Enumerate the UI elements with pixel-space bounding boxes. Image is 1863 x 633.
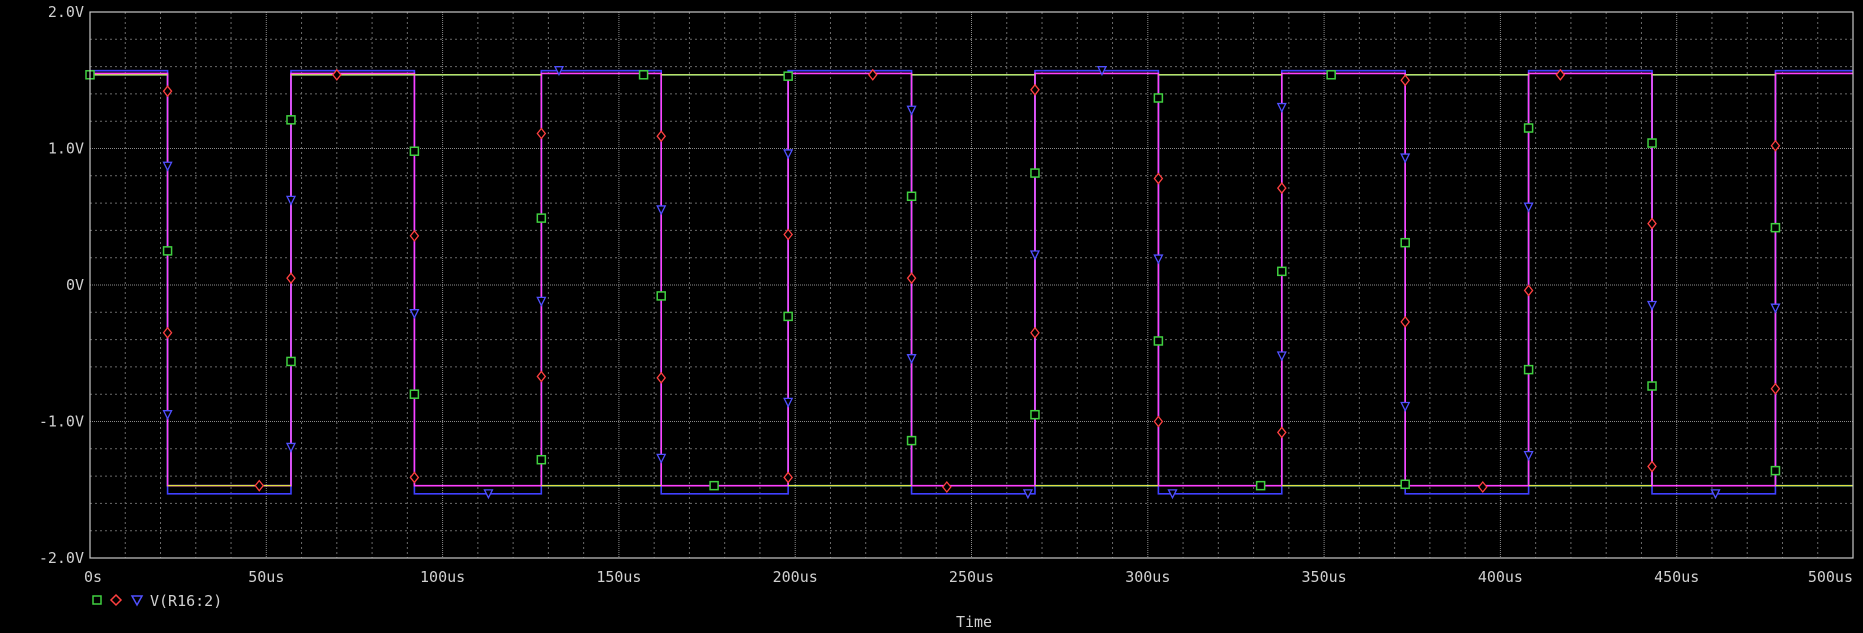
x-axis-title: Time	[956, 613, 992, 631]
data-point-square	[1647, 138, 1657, 148]
data-point-square	[1153, 93, 1164, 103]
data-point-square	[1153, 336, 1164, 346]
data-point-square	[1400, 479, 1410, 490]
data-point-square	[409, 146, 420, 156]
x-tick-label: 300us	[1125, 568, 1170, 586]
data-point-square	[783, 311, 793, 322]
data-point-square	[409, 389, 420, 399]
data-point-square	[1030, 168, 1040, 178]
data-point-square	[638, 70, 649, 80]
data-point-square	[1647, 381, 1657, 391]
data-point-square	[1770, 222, 1781, 233]
y-tick-label: -2.0V	[39, 549, 84, 567]
x-tick-label: 400us	[1478, 568, 1523, 586]
data-point-square	[656, 291, 666, 301]
data-point-square	[162, 246, 173, 256]
data-point-square	[1277, 266, 1287, 277]
data-point-square	[906, 191, 917, 202]
data-point-square	[1770, 465, 1781, 476]
x-tick-label: 100us	[420, 568, 465, 586]
data-point-square	[536, 213, 547, 223]
data-point-square	[1523, 364, 1534, 375]
x-tick-label: 150us	[596, 568, 641, 586]
data-point-square	[286, 115, 296, 125]
x-tick-label: 200us	[773, 568, 818, 586]
x-tick-label: 500us	[1808, 568, 1853, 586]
x-tick-label: 350us	[1302, 568, 1347, 586]
legend-label: V(R16:2)	[150, 592, 222, 610]
y-tick-label: 2.0V	[48, 3, 84, 21]
data-point-square	[906, 435, 917, 446]
data-point-square	[286, 356, 296, 367]
waveform-chart: 0s 50us 100us 150us 200us 250us 300us 350us 400u…	[0, 0, 1863, 633]
data-point-square	[1326, 70, 1336, 80]
data-point-square	[1523, 123, 1534, 133]
x-tick-label: 250us	[949, 568, 994, 586]
x-tick-label: 0s	[84, 568, 102, 586]
data-point-square	[536, 454, 547, 465]
y-tick-label: -1.0V	[39, 413, 84, 431]
window-background	[0, 0, 1863, 633]
y-tick-label: 1.0V	[48, 140, 84, 158]
data-point-square	[783, 71, 793, 81]
x-tick-label: 50us	[248, 568, 284, 586]
x-tick-label: 450us	[1654, 568, 1699, 586]
y-tick-label: 0V	[66, 276, 84, 294]
data-point-square	[1255, 480, 1266, 491]
data-point-square	[1400, 237, 1410, 248]
data-point-square	[1030, 409, 1040, 420]
data-point-square	[709, 480, 719, 491]
